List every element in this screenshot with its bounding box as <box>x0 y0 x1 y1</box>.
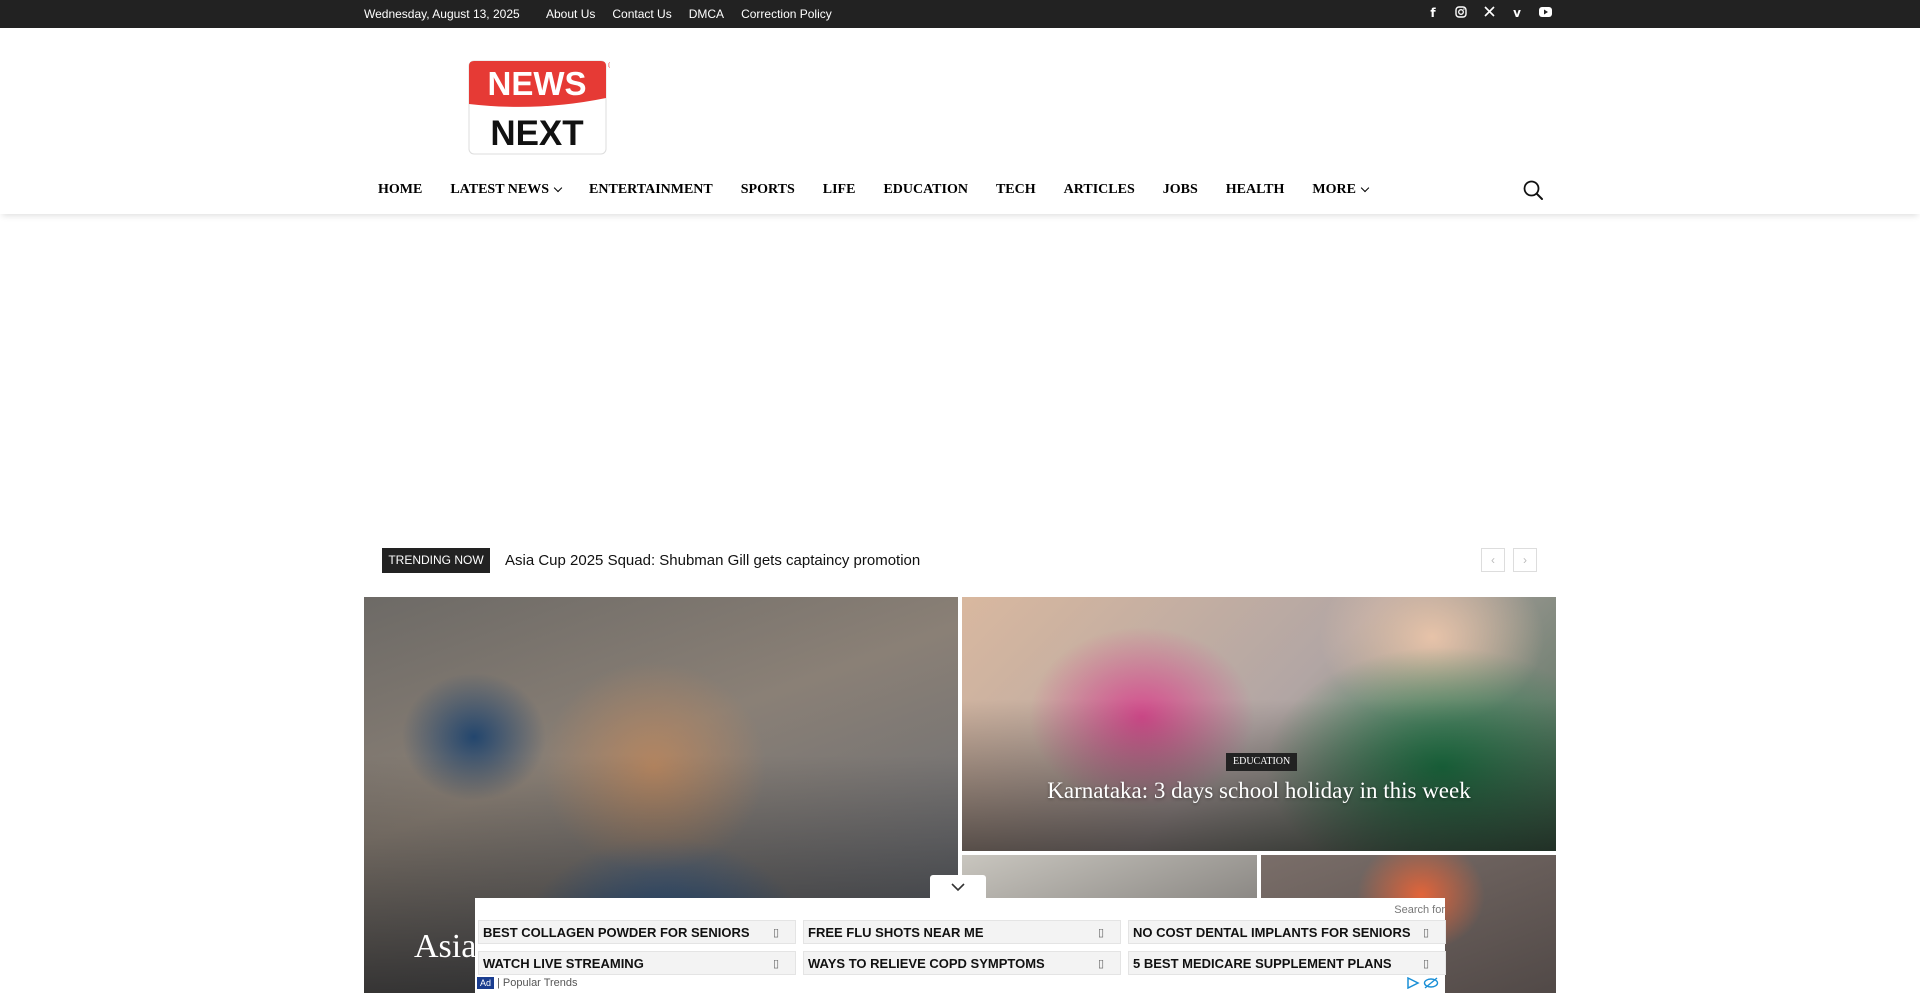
ad-badge: Ad <box>477 977 495 989</box>
nav-label: SPORTS <box>740 182 795 197</box>
adchoices-icon[interactable] <box>1406 977 1420 989</box>
dmca-link[interactable]: DMCA <box>689 7 724 21</box>
chevron-right-icon: ▯ <box>1097 926 1104 939</box>
nav-tech[interactable]: TECH <box>982 182 1050 198</box>
ad-footer: Ad | Popular Trends <box>477 977 578 989</box>
chevron-right-icon: ▯ <box>772 926 779 939</box>
correction-policy-link[interactable]: Correction Policy <box>741 7 832 21</box>
ad-collapse-toggle[interactable] <box>930 875 986 899</box>
logo-next-text: NEXT <box>490 114 583 153</box>
ad-link[interactable]: WAYS TO RELIEVE COPD SYMPTOMS ▯ <box>803 951 1121 975</box>
nav-education[interactable]: EDUCATION <box>869 182 982 198</box>
trending-label: TRENDING NOW <box>382 548 490 573</box>
nav-label: HOME <box>378 182 423 197</box>
x-icon[interactable] <box>1482 6 1496 20</box>
ad-link[interactable]: FREE FLU SHOTS NEAR ME ▯ <box>803 920 1121 944</box>
ad-link[interactable]: BEST COLLAGEN POWDER FOR SENIORS ▯ <box>478 920 796 944</box>
ad-link-label: WAYS TO RELIEVE COPD SYMPTOMS <box>808 955 1045 971</box>
top-bar: Wednesday, August 13, 2025 About Us Cont… <box>0 0 1920 28</box>
featured-card-title[interactable]: Karnataka: 3 days school holiday in this… <box>1030 776 1488 806</box>
nav-sports[interactable]: SPORTS <box>727 182 809 198</box>
nav-home[interactable]: HOME <box>364 182 436 198</box>
chevron-down-icon <box>1360 183 1370 193</box>
card-shade <box>962 698 1556 851</box>
ad-panel: Search for BEST COLLAGEN POWDER FOR SENI… <box>475 898 1446 993</box>
nav-jobs[interactable]: JOBS <box>1149 182 1212 198</box>
chevron-down-icon <box>553 183 563 193</box>
top-links: About Us Contact Us DMCA Correction Poli… <box>546 7 832 21</box>
ad-link[interactable]: 5 BEST MEDICARE SUPPLEMENT PLANS ▯ <box>1128 951 1446 975</box>
hide-ad-icon[interactable] <box>1423 977 1439 989</box>
nav-label: HEALTH <box>1225 182 1285 197</box>
logo-news-text: NEWS <box>488 65 587 102</box>
nav-label: ARTICLES <box>1063 182 1135 197</box>
nav-life[interactable]: LIFE <box>809 182 870 198</box>
current-date: Wednesday, August 13, 2025 <box>364 7 520 21</box>
featured-main-title[interactable]: Asia Cup 2025 Squad: Shubman Gill gets c… <box>414 930 476 964</box>
nav-label: TECH <box>995 182 1036 197</box>
ad-link-label: NO COST DENTAL IMPLANTS FOR SENIORS <box>1133 924 1411 940</box>
nav-health[interactable]: HEALTH <box>1212 182 1299 198</box>
about-us-link[interactable]: About Us <box>546 7 595 21</box>
ad-choices[interactable] <box>1406 977 1439 989</box>
site-logo[interactable]: NEWS NEXT ® <box>468 60 615 156</box>
ad-footer-text: | Popular Trends <box>497 977 578 989</box>
chevron-right-icon: ▯ <box>772 957 779 970</box>
facebook-icon[interactable]: f <box>1426 6 1440 20</box>
contact-us-link[interactable]: Contact Us <box>612 7 671 21</box>
nav-label: ENTERTAINMENT <box>589 182 713 197</box>
ad-link-label: WATCH LIVE STREAMING <box>483 955 644 971</box>
nav-label: LATEST NEWS <box>450 182 550 197</box>
nav-latest-news[interactable]: LATEST NEWS <box>436 182 575 198</box>
ad-link-label: BEST COLLAGEN POWDER FOR SENIORS <box>483 924 750 940</box>
nav-label: MORE <box>1312 182 1356 197</box>
youtube-icon[interactable] <box>1538 6 1552 20</box>
chevron-right-icon: ▯ <box>1422 926 1429 939</box>
nav-entertainment[interactable]: ENTERTAINMENT <box>575 182 727 198</box>
chevron-right-icon: ▯ <box>1422 957 1429 970</box>
vimeo-icon[interactable]: v <box>1510 6 1524 20</box>
main-navigation: HOME LATEST NEWS ENTERTAINMENT SPORTS LI… <box>0 170 1920 214</box>
ad-link-label: FREE FLU SHOTS NEAR ME <box>808 924 984 940</box>
nav-label: EDUCATION <box>883 182 968 197</box>
trending-prev-button[interactable]: ‹ <box>1481 548 1505 572</box>
trending-headline[interactable]: Asia Cup 2025 Squad: Shubman Gill gets c… <box>505 552 1105 569</box>
featured-card-education[interactable] <box>962 597 1556 851</box>
category-badge[interactable]: EDUCATION <box>1226 753 1298 771</box>
ad-link[interactable]: WATCH LIVE STREAMING ▯ <box>478 951 796 975</box>
nav-label: LIFE <box>822 182 856 197</box>
instagram-icon[interactable] <box>1454 6 1468 20</box>
ad-link[interactable]: NO COST DENTAL IMPLANTS FOR SENIORS ▯ <box>1128 920 1446 944</box>
social-links: f v <box>1426 6 1552 20</box>
nav-more[interactable]: MORE <box>1298 182 1382 198</box>
ad-links-grid: BEST COLLAGEN POWDER FOR SENIORS ▯ FREE F… <box>478 920 1446 975</box>
logo-registered-mark: ® <box>607 61 610 70</box>
nav-articles[interactable]: ARTICLES <box>1050 182 1149 198</box>
trending-next-button[interactable]: › <box>1513 548 1537 572</box>
nav-label: JOBS <box>1162 182 1198 197</box>
search-icon[interactable] <box>1522 179 1544 201</box>
ad-link-label: 5 BEST MEDICARE SUPPLEMENT PLANS <box>1133 955 1392 971</box>
ad-search-for: Search for <box>1394 904 1445 916</box>
chevron-right-icon: ▯ <box>1097 957 1104 970</box>
